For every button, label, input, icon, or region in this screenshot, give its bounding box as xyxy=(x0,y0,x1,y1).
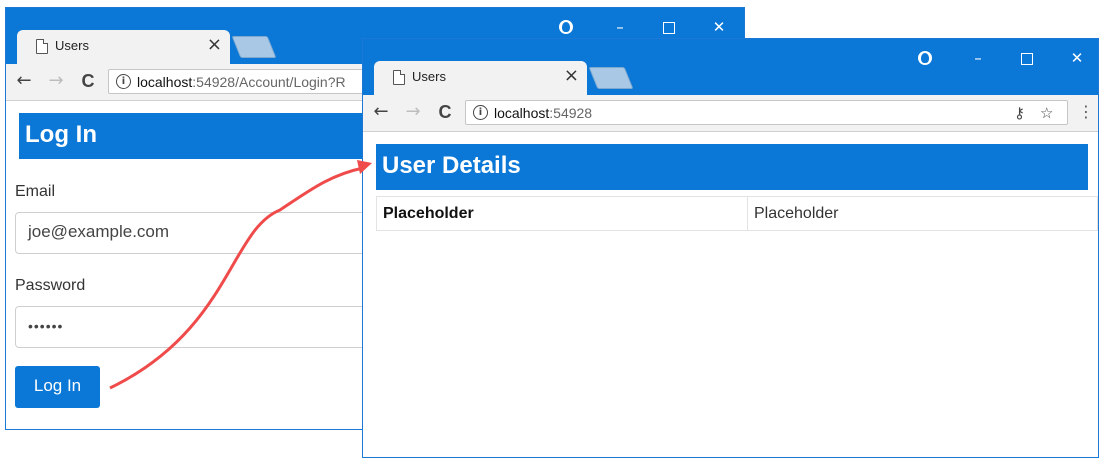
url-host: localhost xyxy=(494,105,550,121)
forward-icon[interactable]: → xyxy=(403,101,423,123)
password-field[interactable]: •••••• xyxy=(15,306,395,348)
page-icon xyxy=(393,70,405,85)
address-bar[interactable]: i localhost:54928 ⚷ ☆ xyxy=(465,100,1068,125)
maximize-icon[interactable] xyxy=(1017,49,1037,67)
password-label: Password xyxy=(15,277,86,294)
page-title: Log In xyxy=(19,113,379,159)
url-text: localhost:54928/Account/Login?R xyxy=(137,74,346,90)
reload-icon[interactable]: C xyxy=(78,70,98,92)
title-bar: Users × – ✕ xyxy=(363,39,1098,95)
page-icon xyxy=(36,39,48,54)
maximize-icon[interactable] xyxy=(659,18,679,36)
forward-icon[interactable]: → xyxy=(46,70,66,92)
email-label: Email xyxy=(15,183,56,200)
url-path: :54928/Account/Login?R xyxy=(192,74,346,90)
minimize-icon[interactable]: – xyxy=(610,18,630,36)
star-icon[interactable]: ☆ xyxy=(1040,104,1053,122)
close-icon[interactable]: ✕ xyxy=(1067,49,1087,67)
info-icon[interactable]: i xyxy=(473,105,488,120)
minimize-icon[interactable]: – xyxy=(968,49,988,67)
new-tab-button[interactable] xyxy=(231,36,277,58)
tab-title: Users xyxy=(55,38,89,53)
email-field[interactable]: joe@example.com xyxy=(15,212,395,254)
url-path: :54928 xyxy=(549,105,593,121)
tab-close-button[interactable]: × xyxy=(207,34,222,55)
back-icon[interactable]: ← xyxy=(14,70,34,92)
new-tab-button[interactable] xyxy=(588,67,634,89)
details-browser-window: Users × – ✕ ← → C i localhost:54928 ⚷ ☆ … xyxy=(362,38,1099,458)
table-row: Placeholder Placeholder xyxy=(376,196,1098,231)
back-icon[interactable]: ← xyxy=(371,101,391,123)
profile-icon[interactable] xyxy=(918,51,932,65)
url-host: localhost xyxy=(137,74,193,90)
reload-icon[interactable]: C xyxy=(435,101,455,123)
page-title: User Details xyxy=(376,144,1088,190)
login-button[interactable]: Log In xyxy=(15,366,100,408)
tab-close-button[interactable]: × xyxy=(564,65,579,86)
key-icon[interactable]: ⚷ xyxy=(1014,104,1025,122)
user-details-table: Placeholder Placeholder xyxy=(376,196,1098,231)
browser-tab[interactable]: Users × xyxy=(17,30,230,64)
close-icon[interactable]: ✕ xyxy=(709,18,729,36)
detail-value: Placeholder xyxy=(747,196,1098,231)
info-icon[interactable]: i xyxy=(116,74,131,89)
browser-toolbar: ← → C i localhost:54928 ⚷ ☆ ⋮ xyxy=(363,95,1098,132)
profile-icon[interactable] xyxy=(559,20,573,34)
browser-tab[interactable]: Users × xyxy=(374,61,587,95)
detail-key: Placeholder xyxy=(376,196,748,231)
url-text: localhost:54928 xyxy=(494,105,592,121)
tab-title: Users xyxy=(412,69,446,84)
menu-icon[interactable]: ⋮ xyxy=(1078,101,1094,123)
